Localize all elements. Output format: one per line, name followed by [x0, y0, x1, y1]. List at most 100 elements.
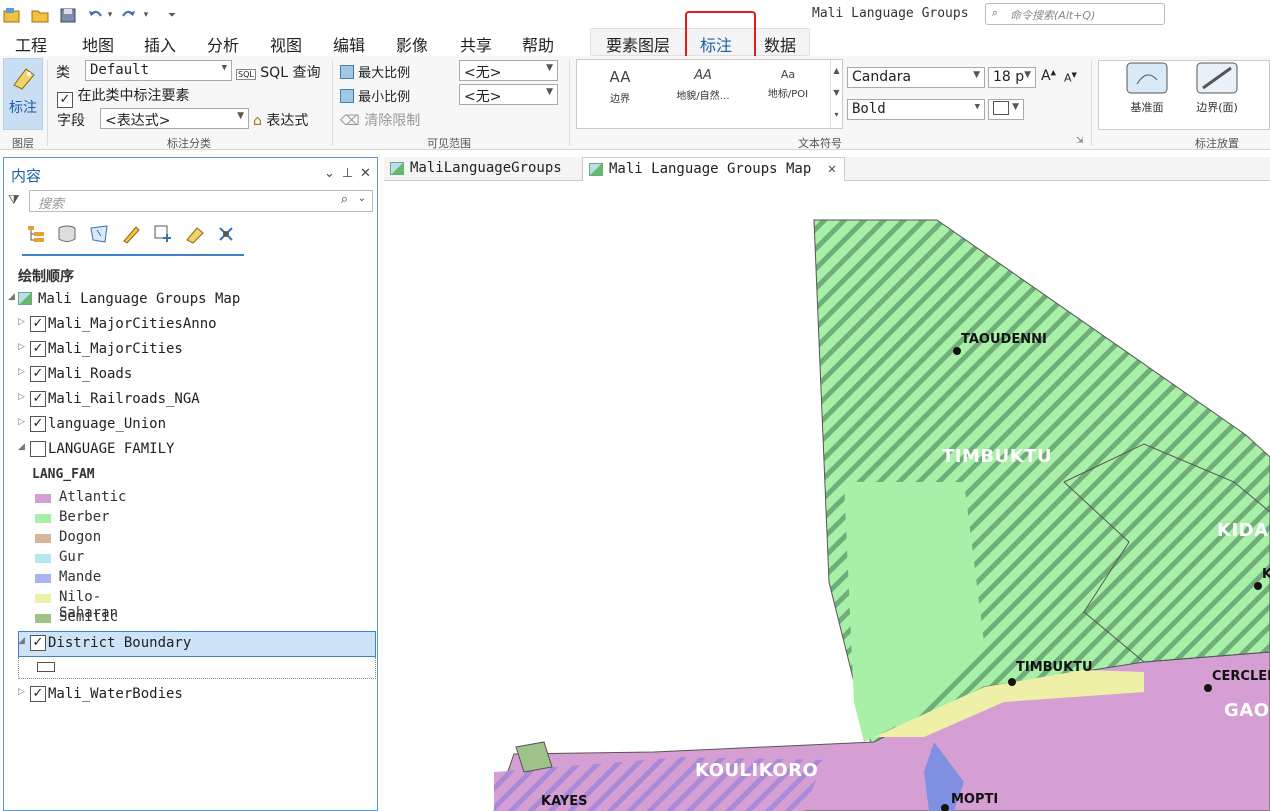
tab-data[interactable]: 数据: [764, 32, 796, 56]
city-label: MOPTI: [941, 792, 998, 811]
map-node[interactable]: ◢ Mali Language Groups Map: [4, 288, 377, 312]
layer-visibility-checkbox[interactable]: ✓: [30, 416, 46, 432]
layer-item[interactable]: ▷ ✓ Mali_Roads: [4, 363, 377, 387]
tab-analysis[interactable]: 分析: [207, 32, 239, 56]
redo-icon[interactable]: [120, 5, 138, 25]
layer-visibility-checkbox[interactable]: ✓: [30, 316, 46, 332]
list-by-source-icon[interactable]: [55, 222, 79, 246]
pane-options-icon[interactable]: ⌄: [324, 166, 335, 181]
separator: [332, 60, 333, 146]
tab-map[interactable]: 地图: [82, 32, 114, 56]
style-landform[interactable]: AA 地貌/自然…: [671, 68, 735, 102]
list-by-perspective-imagery-icon[interactable]: [215, 222, 239, 246]
layer-visibility-checkbox[interactable]: ✓: [30, 366, 46, 382]
field-dropdown[interactable]: <表达式> ▼: [100, 108, 249, 129]
redo-dropdown-icon[interactable]: ▾: [140, 5, 152, 25]
save-project-icon[interactable]: [58, 5, 78, 25]
ribbon-tabs: 工程 地图 插入 分析 视图 编辑 影像 共享 帮助 要素图层 标注 数据: [0, 30, 1270, 59]
clear-limits-button[interactable]: ⌫ 清除限制: [340, 110, 420, 130]
undo-dropdown-icon[interactable]: ▾: [104, 5, 116, 25]
close-tab-icon[interactable]: ✕: [828, 161, 836, 177]
label-button-text: 标注: [9, 100, 37, 116]
new-project-icon[interactable]: [2, 5, 22, 25]
list-by-snapping-icon[interactable]: [151, 222, 175, 246]
label-button[interactable]: 标注: [3, 58, 43, 130]
region-label: TIMBUKTU: [942, 446, 1053, 467]
style-boundary[interactable]: AA 边界: [605, 68, 635, 105]
expression-button[interactable]: ⌂ 表达式: [253, 110, 308, 130]
layer-visibility-checkbox[interactable]: [30, 441, 46, 457]
gallery-scroll[interactable]: ▲ ▼ ▾: [830, 60, 842, 128]
pin-icon[interactable]: ⊥: [342, 166, 353, 181]
font-color-dropdown[interactable]: ▼: [988, 99, 1024, 120]
layer-item[interactable]: ▷ ✓ Mali_WaterBodies: [4, 683, 377, 707]
list-by-editing-icon[interactable]: [119, 222, 143, 246]
placement-boundary-polygon[interactable]: 边界(面): [1172, 60, 1262, 130]
layer-visibility-checkbox[interactable]: ✓: [30, 391, 46, 407]
separator: [1091, 60, 1092, 146]
expand-icon[interactable]: ▷: [18, 392, 25, 402]
tab-insert[interactable]: 插入: [144, 32, 176, 56]
font-size-dropdown[interactable]: 18 p ▼: [988, 67, 1036, 88]
layer-visibility-checkbox[interactable]: ✓: [30, 686, 46, 702]
style-landmark-poi[interactable]: Aa 地标/POI: [760, 68, 816, 100]
document-tabs: MaliLanguageGroups Mali Language Groups …: [384, 157, 1270, 181]
max-scale-dropdown[interactable]: <无> ▼: [459, 60, 558, 81]
dialog-launcher-icon[interactable]: ⇲: [1076, 136, 1084, 146]
layer-item[interactable]: ◢ ✓ District Boundary: [4, 632, 377, 656]
expand-icon[interactable]: ▷: [18, 687, 25, 697]
layer-visibility-checkbox[interactable]: ✓: [30, 635, 46, 651]
tab-maliLanguageGroups[interactable]: MaliLanguageGroups: [384, 157, 570, 181]
tab-feature-layer[interactable]: 要素图层: [606, 32, 670, 56]
filter-icon[interactable]: ⧩: [8, 193, 20, 208]
font-style-dropdown[interactable]: Bold ▼: [847, 99, 985, 120]
min-scale-dropdown[interactable]: <无> ▼: [459, 84, 558, 105]
list-by-labeling-icon[interactable]: [183, 222, 207, 246]
contents-search-input[interactable]: 搜索 ⌕ ⌄: [29, 190, 373, 212]
layer-visibility-checkbox[interactable]: ✓: [30, 341, 46, 357]
list-by-drawing-order-icon[interactable]: [24, 222, 48, 246]
layer-item[interactable]: ▷ ✓ Mali_Railroads_NGA: [4, 388, 377, 412]
sql-query-button[interactable]: SQL SQL 查询: [236, 62, 320, 82]
tab-help[interactable]: 帮助: [522, 32, 554, 56]
command-search-input[interactable]: ⌕ 命令搜索(Alt+Q): [985, 3, 1165, 25]
tab-project[interactable]: 工程: [15, 32, 47, 56]
list-by-selection-icon[interactable]: [87, 222, 111, 246]
collapse-icon[interactable]: ◢: [18, 636, 25, 646]
active-view-underline: [22, 254, 244, 256]
expand-icon[interactable]: ▷: [18, 417, 25, 427]
tab-edit[interactable]: 编辑: [333, 32, 365, 56]
collapse-icon[interactable]: ◢: [8, 292, 15, 302]
layer-item[interactable]: ◢ LANGUAGE FAMILY: [4, 438, 377, 462]
font-name-dropdown[interactable]: Candara ▼: [847, 67, 985, 88]
min-scale-value: <无>: [464, 89, 502, 105]
expand-icon[interactable]: ▷: [18, 342, 25, 352]
search-icon[interactable]: ⌕: [341, 192, 348, 207]
undo-icon[interactable]: [86, 5, 104, 25]
increase-font-size-icon[interactable]: A▲: [1041, 68, 1056, 84]
decrease-font-size-icon[interactable]: A▼: [1064, 71, 1077, 85]
font-name-value: Candara: [852, 69, 912, 85]
collapse-icon[interactable]: ◢: [18, 442, 25, 452]
close-icon[interactable]: ✕: [360, 166, 371, 181]
layer-item[interactable]: ▷ ✓ Mali_MajorCities: [4, 338, 377, 362]
layer-item[interactable]: ▷ ✓ language_Union: [4, 413, 377, 437]
tab-imagery[interactable]: 影像: [396, 32, 428, 56]
map-view[interactable]: TAOUDENNI TIMBUKTU CERCLED MOPTI KAYES K…: [384, 182, 1270, 811]
legend-field-heading: LANG_FAM: [32, 467, 95, 482]
open-project-icon[interactable]: [30, 5, 50, 25]
city-label: KAYES: [541, 794, 588, 809]
label-features-toggle[interactable]: ✓ 在此类中标注要素: [57, 85, 189, 108]
class-dropdown[interactable]: Default ▼: [85, 60, 232, 81]
chevron-down-icon[interactable]: ⌄: [358, 193, 366, 204]
layer-item[interactable]: ▷ ✓ Mali_MajorCitiesAnno: [4, 313, 377, 337]
expand-icon[interactable]: ▷: [18, 317, 25, 327]
tab-share[interactable]: 共享: [460, 32, 492, 56]
expand-icon[interactable]: ▷: [18, 367, 25, 377]
min-scale-icon: [340, 89, 354, 103]
map-canvas: [493, 219, 1270, 811]
customize-toolbar-icon[interactable]: ⏷: [164, 5, 180, 25]
checkbox[interactable]: ✓: [57, 92, 73, 108]
tab-mali-language-groups-map[interactable]: Mali Language Groups Map ✕: [582, 157, 846, 181]
tab-view[interactable]: 视图: [270, 32, 302, 56]
